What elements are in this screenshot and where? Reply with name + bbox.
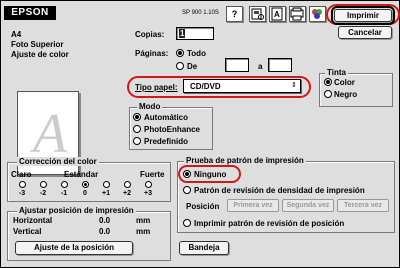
pages-label: Páginas: — [135, 49, 169, 58]
cancel-button[interactable]: Cancelar — [338, 26, 392, 39]
ink-color-label: Color — [334, 78, 355, 87]
pattern-position-option-label: Imprimir patrón de revisión de posición — [194, 219, 345, 228]
color-correction-tick-label: -2 — [39, 190, 47, 197]
color-correction-tick-label: +3 — [144, 190, 152, 197]
summary-color-adjust: Ajuste de color — [11, 50, 69, 59]
pages-from-field[interactable] — [225, 58, 249, 72]
summary-media-type: Foto Superior — [11, 40, 64, 49]
color-correction-low-label: Claro — [11, 170, 32, 179]
dialog-header: EPSON SP 900 1.10S ? A Imprimir Cancelar — [1, 1, 400, 39]
horizontal-label: Horizontal — [13, 216, 53, 225]
summary-paper-size: A4 — [11, 30, 22, 39]
pages-to-label: a — [258, 62, 263, 71]
third-pass-button[interactable]: Tercera vez — [337, 199, 389, 212]
color-correction-high-label: Fuerte — [140, 170, 165, 179]
color-correction-tick-label: -1 — [60, 190, 68, 197]
help-icon[interactable]: ? — [226, 6, 243, 22]
horizontal-value: 0.0 — [99, 216, 111, 225]
svg-text:A: A — [274, 10, 280, 19]
pages-all-label: Todo — [187, 49, 206, 58]
ink-color-radio[interactable] — [324, 78, 332, 86]
brand-logo: EPSON — [4, 6, 56, 20]
color-correction-step[interactable] — [61, 181, 68, 188]
ink-group-title: Tinta — [325, 68, 348, 77]
copies-label: Copias: — [135, 30, 165, 39]
color-correction-tick-label: 0 — [83, 190, 87, 197]
color-correction-tick-label: -3 — [18, 190, 26, 197]
print-button[interactable]: Imprimir — [331, 6, 395, 25]
paper-type-label: Tipo papel: — [135, 83, 178, 92]
color-correction-step[interactable] — [40, 181, 47, 188]
updown-arrow-icon: ⇕ — [291, 82, 297, 89]
pages-from-radio[interactable] — [176, 62, 184, 70]
printer-model-version: SP 900 1.10S — [182, 10, 219, 16]
pattern-density-label: Patrón de revisión de densidad de impres… — [194, 186, 365, 195]
mode-predefined-label: Predefinido — [144, 137, 189, 146]
pattern-position-radio[interactable] — [183, 219, 191, 227]
mode-automatic-radio[interactable] — [133, 113, 141, 121]
paper-type-select[interactable]: CD/DVD ⇕ — [183, 79, 301, 93]
pattern-position-label: Posición — [186, 202, 220, 211]
watermark-icon[interactable]: A — [269, 6, 286, 22]
ink-black-radio[interactable] — [324, 90, 332, 98]
color-correction-step[interactable] — [145, 181, 152, 188]
color-correction-step[interactable] — [103, 181, 110, 188]
pages-all-radio[interactable] — [176, 49, 184, 57]
adjust-position-button[interactable]: Ajuste de la posición — [15, 241, 133, 255]
position-adjust-title: Ajustar posición de impresión — [17, 206, 136, 215]
paper-type-value: CD/DVD — [190, 82, 221, 91]
color-sync-icon[interactable] — [309, 6, 326, 22]
color-correction-tick-label: +1 — [102, 190, 110, 197]
horizontal-unit: mm — [136, 216, 151, 225]
pattern-density-radio[interactable] — [183, 186, 191, 194]
color-correction-title: Corrección del color — [17, 157, 99, 166]
mode-predefined-radio[interactable] — [133, 137, 141, 145]
color-correction-step[interactable] — [19, 181, 26, 188]
color-correction-step[interactable] — [124, 181, 131, 188]
color-correction-step[interactable] — [82, 181, 89, 188]
pattern-none-radio[interactable] — [183, 170, 191, 178]
mode-automatic-label: Automático — [144, 113, 188, 122]
copies-field[interactable]: 1 — [176, 27, 214, 40]
ink-black-label: Negro — [334, 90, 358, 99]
pages-to-field[interactable] — [268, 58, 292, 72]
pattern-print-title: Prueba de patrón de impresión — [184, 156, 306, 165]
vertical-unit: mm — [136, 227, 151, 236]
mode-photoenhance-radio[interactable] — [133, 125, 141, 133]
vertical-label: Vertical — [13, 227, 42, 236]
mode-group-title: Modo — [137, 102, 163, 111]
tray-button[interactable]: Bandeja — [179, 241, 229, 255]
copies-value: 1 — [179, 29, 186, 38]
second-pass-button[interactable]: Segunda vez — [282, 199, 334, 212]
first-pass-button[interactable]: Primera vez — [227, 199, 279, 212]
print-dialog: EPSON SP 900 1.10S ? A Imprimir Cancelar… — [0, 0, 400, 268]
pages-from-label: De — [187, 62, 198, 71]
print-preview-icon[interactable] — [249, 6, 266, 22]
color-correction-tick-label: +2 — [123, 190, 131, 197]
vertical-value: 0.0 — [99, 227, 111, 236]
pattern-none-label: Ninguno — [194, 170, 227, 179]
background-print-icon[interactable] — [289, 6, 306, 22]
color-correction-mid-label: Estándar — [64, 170, 99, 179]
mode-photoenhance-label: PhotoEnhance — [144, 125, 201, 134]
